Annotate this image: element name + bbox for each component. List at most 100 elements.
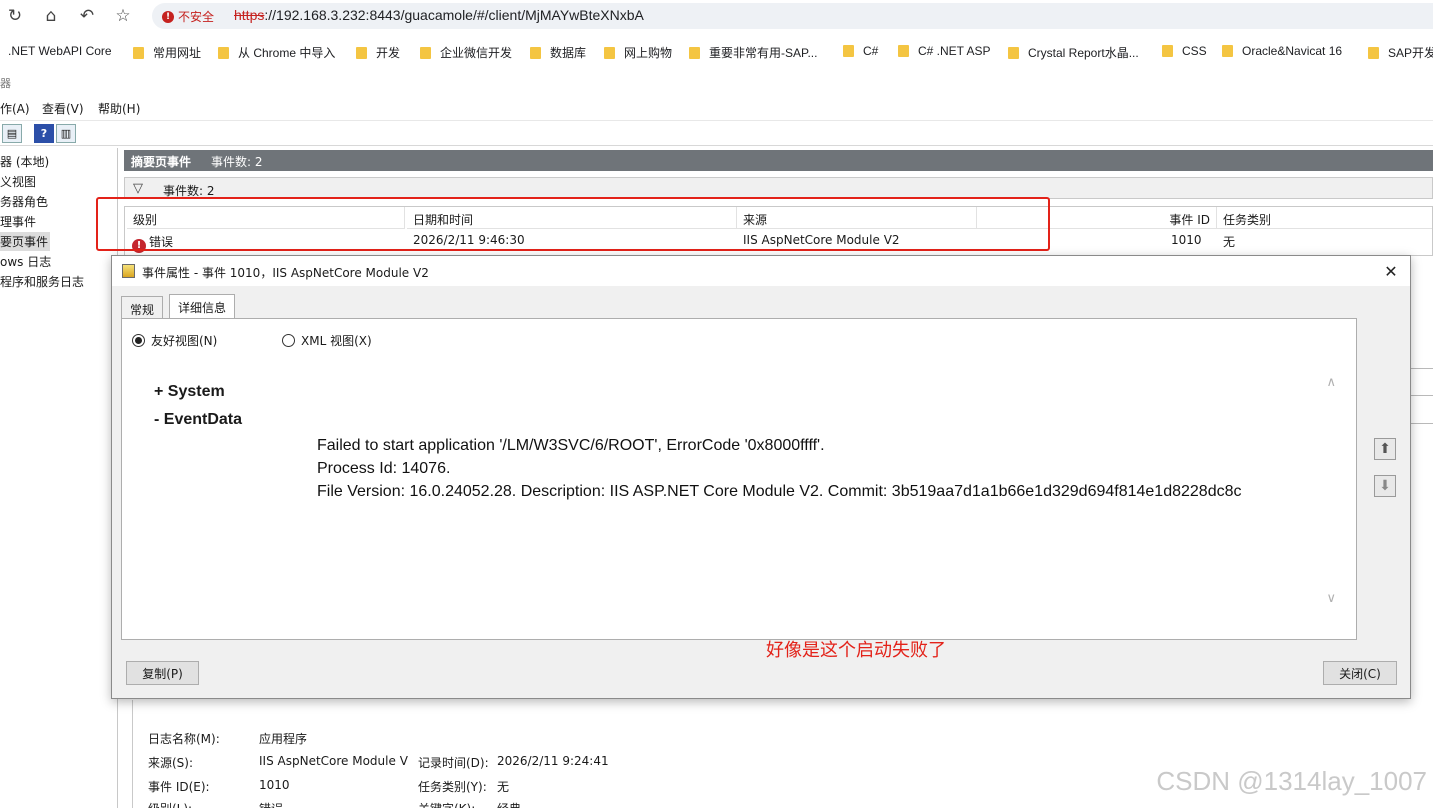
- folder-icon: [689, 46, 700, 59]
- radio-unchecked[interactable]: [282, 334, 295, 347]
- folder-icon: [218, 46, 229, 59]
- menu-view[interactable]: 查看(V): [42, 100, 84, 117]
- column-task[interactable]: 任务类别: [1217, 207, 1432, 229]
- bookmark-label: 重要非常有用-SAP...: [709, 46, 818, 60]
- task-value: 无: [497, 780, 510, 794]
- pane-divider: [1410, 395, 1433, 396]
- folder-icon: [1008, 46, 1019, 59]
- tree-item-app-service-logs[interactable]: 程序和服务日志: [0, 272, 86, 291]
- scroll-up-icon[interactable]: ∧: [1326, 375, 1336, 390]
- next-event-icon[interactable]: ⬇: [1374, 475, 1396, 497]
- undo-icon[interactable]: ↶: [74, 4, 100, 28]
- radio-friendly-view[interactable]: 友好视图(N): [132, 332, 217, 349]
- pane-divider: [1410, 368, 1433, 369]
- folder-icon: [843, 45, 854, 57]
- bookmark-item[interactable]: CSS: [1162, 44, 1207, 58]
- toolbar: ▤ ? ▥: [0, 120, 1433, 146]
- tab-general[interactable]: 常规: [121, 296, 164, 318]
- bookmark-label: Oracle&Navicat 16: [1242, 44, 1343, 58]
- bookmark-item[interactable]: Oracle&Navicat 16: [1222, 44, 1342, 58]
- radio-xml-view[interactable]: XML 视图(X): [282, 332, 372, 349]
- bookmark-item[interactable]: 开发: [356, 44, 400, 61]
- row-level: ! 错误: [132, 233, 173, 253]
- help-icon[interactable]: ?: [34, 124, 54, 143]
- folder-icon: [356, 46, 367, 59]
- bookmark-item[interactable]: 企业微信开发: [420, 44, 512, 61]
- star-icon[interactable]: ☆: [110, 4, 136, 28]
- row-task: 无: [1223, 235, 1236, 249]
- address-bar[interactable]: ! 不安全 https://192.168.3.232:8443/guacamo…: [152, 3, 1433, 29]
- source-value: IIS AspNetCore Module V: [259, 754, 408, 768]
- filter-icon[interactable]: ▽: [133, 181, 143, 196]
- tree-item-custom-views[interactable]: 义视图: [0, 172, 38, 191]
- bookmark-item[interactable]: 从 Chrome 中导入: [218, 44, 335, 61]
- navigation-tree: 器 (本地) 义视图 务器角色 理事件 要页事件 ows 日志 程序和服务日志: [0, 148, 118, 808]
- bookmark-label: C# .NET ASP: [918, 44, 991, 58]
- tree-item-windows-logs[interactable]: ows 日志: [0, 252, 53, 271]
- bookmark-item[interactable]: 数据库: [530, 44, 586, 61]
- bookmark-label: 企业微信开发: [440, 46, 513, 60]
- node-system[interactable]: + System: [154, 383, 225, 401]
- bookmark-item[interactable]: 常用网址: [133, 44, 201, 61]
- bookmark-label: 从 Chrome 中导入: [238, 46, 336, 60]
- bookmark-label: 开发: [376, 46, 401, 60]
- warning-icon: !: [162, 10, 174, 23]
- home-icon[interactable]: ⌂: [38, 4, 64, 28]
- folder-icon: [530, 46, 541, 59]
- tree-item-local[interactable]: 器 (本地): [0, 152, 51, 171]
- bookmark-item[interactable]: Crystal Report水晶...: [1008, 44, 1139, 61]
- column-event-id[interactable]: 事件 ID: [977, 207, 1217, 229]
- browser-toolbar: ↻ ⌂ ↶ ☆ ! 不安全 https://192.168.3.232:8443…: [0, 0, 1433, 32]
- keywords-label: 关键字(K):: [418, 800, 475, 808]
- column-source[interactable]: 来源: [737, 207, 977, 229]
- bookmark-item[interactable]: .NET WebAPI Core: [8, 44, 112, 58]
- column-datetime[interactable]: 日期和时间: [407, 207, 737, 229]
- error-icon: !: [132, 238, 146, 253]
- event-properties-icon: [122, 264, 135, 278]
- row-level-text: 错误: [149, 235, 174, 249]
- close-button[interactable]: 关闭(C): [1323, 661, 1397, 685]
- tab-details[interactable]: 详细信息: [169, 294, 236, 318]
- folder-icon: [1368, 46, 1379, 59]
- event-data-line: Failed to start application '/LM/W3SVC/6…: [317, 437, 825, 454]
- radio-checked[interactable]: [132, 334, 145, 347]
- folder-icon: [898, 45, 909, 57]
- bookmark-item[interactable]: SAP开发: [1368, 44, 1433, 61]
- properties-icon[interactable]: ▤: [2, 124, 22, 143]
- bookmark-item[interactable]: C# .NET ASP: [898, 44, 990, 58]
- pane-divider: [1410, 423, 1433, 424]
- reload-icon[interactable]: ↻: [2, 4, 28, 28]
- close-icon[interactable]: ✕: [1380, 260, 1402, 282]
- bookmark-label: SAP开发: [1388, 46, 1433, 60]
- row-source: IIS AspNetCore Module V2: [743, 233, 900, 247]
- tree-item-summary-events[interactable]: 要页事件: [0, 232, 51, 251]
- menu-action[interactable]: 作(A): [0, 100, 30, 117]
- logged-label: 记录时间(D):: [418, 756, 489, 770]
- task-label: 任务类别(Y):: [418, 780, 487, 794]
- column-level[interactable]: 级别: [127, 207, 405, 229]
- previous-event-icon[interactable]: ⬆: [1374, 438, 1396, 460]
- bookmark-item[interactable]: 重要非常有用-SAP...: [689, 44, 817, 61]
- tree-item-server-roles[interactable]: 务器角色: [0, 192, 50, 211]
- url-text[interactable]: https://192.168.3.232:8443/guacamole/#/c…: [234, 7, 644, 23]
- csdn-watermark: CSDN @1314lay_1007: [1156, 766, 1427, 796]
- node-eventdata[interactable]: - EventData: [154, 411, 242, 429]
- tree-item-admin-events[interactable]: 理事件: [0, 212, 38, 231]
- event-data-line: File Version: 16.0.24052.28. Description…: [317, 483, 1242, 500]
- filter-bar: ▽ 事件数: 2: [124, 177, 1433, 199]
- scroll-down-icon[interactable]: ∨: [1326, 591, 1336, 606]
- bookmark-item[interactable]: 网上购物: [604, 44, 672, 61]
- menu-help[interactable]: 帮助(H): [98, 100, 140, 117]
- bookmark-item[interactable]: C#: [843, 44, 878, 58]
- radio-xml-label: XML 视图(X): [301, 334, 372, 348]
- dialog-title-bar[interactable]: 事件属性 - 事件 1010，IIS AspNetCore Module V2 …: [112, 256, 1410, 286]
- copy-button[interactable]: 复制(P): [126, 661, 199, 685]
- bookmark-label: Crystal Report水晶...: [1028, 46, 1139, 60]
- pane-icon[interactable]: ▥: [56, 124, 76, 143]
- event-data-line: Process Id: 14076.: [317, 460, 451, 477]
- event-data-view: + System - EventData Failed to start app…: [140, 363, 1340, 625]
- annotation-text: 好像是这个启动失败了: [766, 640, 946, 661]
- insecure-badge[interactable]: ! 不安全: [162, 8, 214, 25]
- url-rest: ://192.168.3.232:8443/guacamole/#/client…: [264, 7, 644, 23]
- url-scheme: https: [234, 7, 265, 23]
